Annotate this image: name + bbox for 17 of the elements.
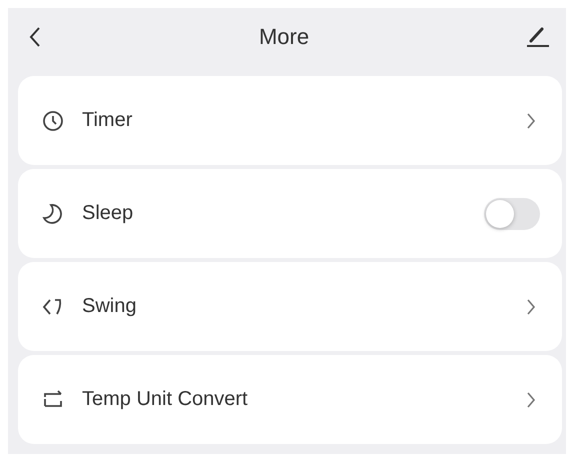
toggle-switch[interactable] [484, 198, 540, 230]
row-label: Swing [82, 295, 138, 318]
back-icon[interactable] [28, 26, 42, 48]
page-title: More [258, 24, 310, 50]
row-label: Temp Unit Convert [82, 388, 249, 411]
settings-row[interactable]: Sleep [18, 169, 562, 258]
edit-icon[interactable] [526, 26, 550, 48]
chevron-icon [526, 298, 536, 316]
chevron-icon [526, 112, 536, 130]
settings-row[interactable]: Swing [18, 262, 562, 351]
row-label: Timer [82, 109, 134, 132]
settings-row[interactable]: Temp Unit Convert [18, 355, 562, 444]
chevron-icon [526, 390, 536, 408]
row-label: Sleep [82, 202, 134, 225]
settings-row[interactable]: Timer [18, 76, 562, 165]
moon-icon [42, 202, 64, 224]
clock-icon [42, 110, 64, 132]
